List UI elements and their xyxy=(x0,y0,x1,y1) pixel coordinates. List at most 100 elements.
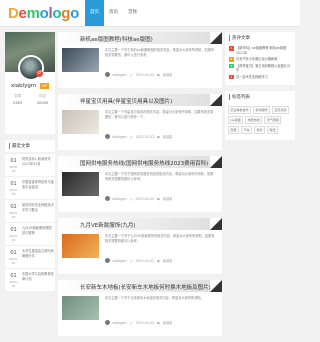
post-meta: xiablygm ◷ 2023-03-02 ◉ 阅读量 xyxy=(105,72,219,77)
recent-post-link[interactable]: 中国宝宝体育投资与宝宝平台建设 xyxy=(22,180,54,194)
vip-badge: VIP xyxy=(40,83,49,89)
logo-letter: e xyxy=(18,4,27,22)
post-thumbnail[interactable] xyxy=(62,172,99,196)
post-meta: xiablygm ◷ 2023-03-02 ◉ 阅读量 xyxy=(105,320,219,325)
left-column: ♂ xiablygm VIP 文章 5383 评论 40009 最近文章 01 2… xyxy=(5,32,55,291)
post-excerpt: 本文主要一下关于长安新车木地板的相关内容，希望对大家有所帮助。 xyxy=(105,296,204,300)
stat-articles: 文章 5383 xyxy=(5,94,30,105)
list-item[interactable]: 01 2023-03 大学生基金会日常时间管理分享 xyxy=(5,245,55,268)
recent-posts-list: 01 2023-03 财务目标1·新闻资讯2023年03月 01 2023-03 中国宝宝… xyxy=(5,153,55,291)
stat-label: 文章 xyxy=(14,94,21,98)
author-avatar xyxy=(105,320,110,325)
eye-icon: ◉ xyxy=(156,320,160,325)
rank-badge: 2 xyxy=(229,57,234,62)
post-thumbnail[interactable] xyxy=(62,110,99,134)
section-title: 热评文章 xyxy=(229,35,250,41)
site-header: Demologo 首页 资讯 音频 xyxy=(0,0,300,27)
logo-letter: g xyxy=(61,4,71,22)
recent-post-link[interactable]: 大学生基金会日常时间管理分享 xyxy=(22,249,54,263)
list-item[interactable]: 01 2023-03 财务目标1·新闻资讯2023年03月 xyxy=(5,153,55,176)
author-avatar xyxy=(105,72,110,77)
date-month: 2023-03 xyxy=(9,188,18,196)
post-thumbnail[interactable] xyxy=(62,234,99,258)
post-author[interactable]: xiablygm xyxy=(112,259,127,263)
post-date: 2023-03-02 xyxy=(135,258,154,263)
clock-icon: ◷ xyxy=(129,258,133,263)
date-block: 01 2023-03 xyxy=(8,158,19,173)
recent-post-link[interactable]: 九月VE新款服饰搭配技巧推荐 xyxy=(22,226,54,240)
tag-link[interactable]: 电费热线 xyxy=(245,116,263,124)
post-author[interactable]: xiablygm xyxy=(112,321,127,325)
list-item[interactable]: 01 2023-03 中国宝宝体育投资与宝宝平台建设 xyxy=(5,176,55,199)
post-author[interactable]: xiablygm xyxy=(112,135,127,139)
date-day: 01 xyxy=(10,158,17,164)
post-meta: xiablygm ◷ 2023-03-02 ◉ 阅读量 xyxy=(105,134,219,139)
recent-post-link[interactable]: 如何学好农业种植技术中学习要点 xyxy=(22,203,54,217)
logo-letter: o xyxy=(39,4,49,22)
rank-badge: 4 xyxy=(229,74,234,79)
post-title[interactable]: 国网供电服务热线(国网供电服务热线2023费用百科) xyxy=(80,159,208,167)
date-month: 2023-03 xyxy=(9,257,18,265)
stat-value: 5383 xyxy=(13,101,22,105)
date-month: 2023-03 xyxy=(9,211,18,219)
post-card: 国网供电服务热线(国网供电服务热线2023费用百科) 本文主要一下关于国网供电服务… xyxy=(58,156,222,212)
nav-item-news[interactable]: 资讯 xyxy=(104,0,123,26)
nav-item-home[interactable]: 首页 xyxy=(85,0,104,26)
post-views: 阅读量 xyxy=(162,259,173,263)
tag-link[interactable]: 汽车 xyxy=(241,126,253,134)
post-thumbnail[interactable] xyxy=(62,48,99,72)
post-author[interactable]: xiablygm xyxy=(112,197,127,201)
hot-post-title[interactable]: 这一技术农业种植学习 xyxy=(236,75,268,80)
rank-badge: 1 xyxy=(229,46,234,51)
post-title[interactable]: 九月VE新款服饰(九月) xyxy=(80,221,136,229)
recent-post-link[interactable]: 中国大学与高校教育改革计划 xyxy=(22,272,54,286)
post-date: 2023-03-02 xyxy=(135,72,154,77)
post-excerpt: 本文主要一下关于新机ae版图教程的相关内容，希望对大家有所帮助，如果有相关需要的… xyxy=(105,48,215,57)
recent-post-link[interactable]: 财务目标1·新闻资讯2023年03月 xyxy=(22,157,54,171)
hot-post-item[interactable]: 2 长安汽车小车图片及价格新款 xyxy=(229,57,291,62)
post-title[interactable]: 新机ae版图教程(科技ae版图) xyxy=(80,35,153,43)
tag-link[interactable]: 财经 xyxy=(267,126,279,134)
tag-link[interactable]: 天气预报 xyxy=(264,116,282,124)
date-day: 02 xyxy=(10,204,17,210)
tag-link[interactable]: 农业种植技术 xyxy=(228,106,252,114)
clock-icon: ◷ xyxy=(129,72,133,77)
post-title[interactable]: 长安新车木地板(长安新车木地板何时换木地板及图片) xyxy=(80,283,211,291)
list-item[interactable]: 02 2023-03 如何学好农业种植技术中学习要点 xyxy=(5,199,55,222)
tag-link[interactable]: jsp版图 xyxy=(228,116,244,124)
hot-post-item[interactable]: 1 【新材料】ae版图教程·新机ae版图2021年 xyxy=(229,46,291,55)
date-block: 01 2023-03 xyxy=(8,273,19,288)
post-title[interactable]: 伴星宝贝用具(伴星宝贝用具以及图片) xyxy=(80,97,172,105)
nav-item-audio[interactable]: 音频 xyxy=(123,0,142,26)
hot-post-title[interactable]: 【帮帮宝贝】宝贝用具教程以及图片分享 xyxy=(236,64,291,73)
tag-link[interactable]: 家居 xyxy=(228,126,240,134)
tag-list: 农业种植技术 新款服饰 宝贝用具 jsp版图 电费热线 天气预报家居 汽车 体育 财经 xyxy=(225,103,295,140)
post-excerpt: 本文主要一下伴星宝贝用具的相关内容，希望对大家有所帮助，如果有相关需要的，都可以… xyxy=(105,110,214,119)
post-author[interactable]: xiablygm xyxy=(112,73,127,77)
hot-post-title[interactable]: 【新材料】ae版图教程·新机ae版图2021年 xyxy=(236,46,291,55)
hot-post-item[interactable]: 4 这一技术农业种植学习 xyxy=(229,74,291,80)
hot-posts-header: 热评文章 xyxy=(225,32,295,44)
stat-comments: 评论 40009 xyxy=(30,94,55,105)
date-day: 01 xyxy=(10,273,17,279)
list-item[interactable]: 01 2023-03 中国大学与高校教育改革计划 xyxy=(5,268,55,291)
section-title: 标签列表 xyxy=(229,94,250,100)
hot-posts-list: 1 【新材料】ae版图教程·新机ae版图2021年 2 长安汽车小车图片及价格新款 3 【… xyxy=(225,44,295,85)
avatar[interactable] xyxy=(18,55,44,81)
list-item[interactable]: 01 2023-03 九月VE新款服饰搭配技巧推荐 xyxy=(5,222,55,245)
hot-post-item[interactable]: 3 【帮帮宝贝】宝贝用具教程以及图片分享 xyxy=(229,63,291,73)
hot-post-title[interactable]: 长安汽车小车图片及价格新款 xyxy=(236,57,277,62)
tag-link[interactable]: 体育 xyxy=(254,126,266,134)
post-meta: xiablygm ◷ 2023-03-02 ◉ 阅读量 xyxy=(105,258,219,263)
profile-card: ♂ xiablygm VIP 文章 5383 评论 40009 xyxy=(5,32,55,134)
username[interactable]: xiablygm xyxy=(11,83,36,89)
logo-letter: m xyxy=(26,4,40,22)
tag-link[interactable]: 新款服饰 xyxy=(253,106,271,114)
corner-ribbon xyxy=(210,32,222,44)
tag-link[interactable]: 宝贝用具 xyxy=(272,106,290,114)
logo-letter: D xyxy=(8,4,19,22)
site-logo[interactable]: Demologo xyxy=(8,4,79,22)
author-avatar xyxy=(105,134,110,139)
date-block: 01 2023-03 xyxy=(8,181,19,196)
author-avatar xyxy=(105,258,110,263)
